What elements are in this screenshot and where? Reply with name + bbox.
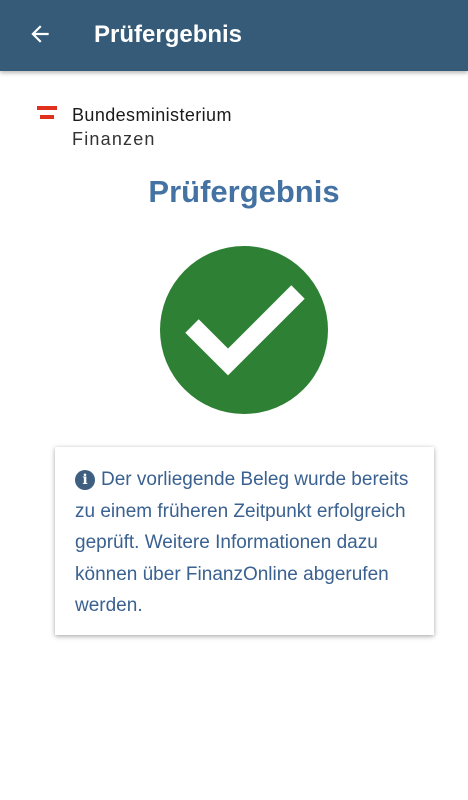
back-button[interactable]: [20, 16, 60, 56]
app-bar-title: Prüfergebnis: [94, 21, 243, 48]
logo-ministry-subtitle: Finanzen: [72, 129, 156, 149]
arrow-left-icon: [27, 21, 53, 52]
bmf-logo: Bundesministerium Finanzen: [37, 104, 277, 154]
info-icon: i: [75, 470, 95, 490]
info-message-text: Der vorliegende Beleg wurde bereits zu e…: [75, 469, 409, 616]
info-message: i Der vorliegende Beleg wurde bereits zu …: [75, 464, 416, 622]
app-bar: Prüfergebnis: [0, 0, 468, 71]
info-card: i Der vorliegende Beleg wurde bereits zu …: [55, 447, 434, 635]
page-title: Prüfergebnis: [148, 174, 340, 209]
success-status-circle: [160, 246, 328, 414]
check-icon: [185, 285, 305, 376]
austrian-flag-icon: [37, 106, 57, 119]
logo-ministry-name: Bundesministerium: [72, 105, 232, 125]
